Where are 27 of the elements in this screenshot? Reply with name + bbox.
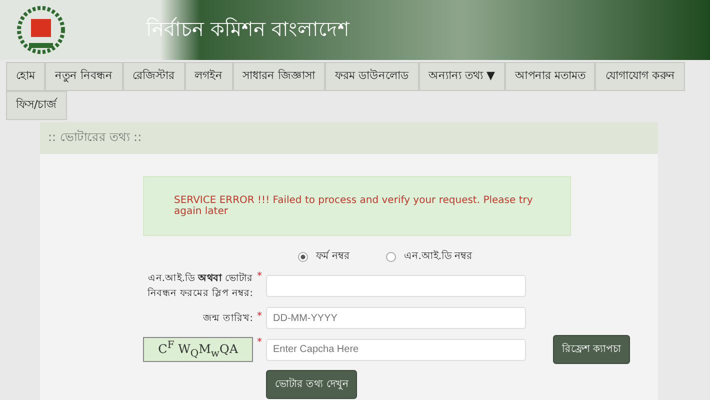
nav-link[interactable]: হোম <box>6 62 45 91</box>
emblem-logo-icon <box>16 5 66 55</box>
panel-header: :: ভোটারের তথ্য :: <box>40 122 658 154</box>
nav-link[interactable]: সাধারন জিজ্ঞাসা <box>232 62 325 91</box>
required-mark: * <box>257 310 262 322</box>
nav-link[interactable]: লগইন <box>184 62 232 91</box>
nav-link[interactable]: ফিস/চার্জ <box>6 91 67 120</box>
nav-link[interactable]: নতুন নিবন্ধন <box>45 62 122 91</box>
field-label: জন্ম তারিখ: <box>202 312 253 326</box>
nav-link[interactable]: অন্যান্য তথ্য ▼ <box>418 62 505 91</box>
input-field[interactable] <box>266 275 526 297</box>
nav-link[interactable]: রেজিস্টার <box>122 62 184 91</box>
nav-link[interactable]: আপনার মতামত <box>504 62 596 91</box>
radio-option[interactable]: এন.আই.ডি নম্বর <box>386 248 473 265</box>
captcha-image: C$^{F}$ W$_{Q}$M$_{w}$QA <box>143 336 253 362</box>
nav-link[interactable]: ফরম ডাউনলোড <box>325 62 418 91</box>
input-field[interactable]: Enter Capcha Here <box>266 338 526 360</box>
required-mark: * <box>257 336 262 348</box>
input-field[interactable]: DD-MM-YYYY <box>266 307 526 329</box>
required-mark: * <box>257 271 262 282</box>
field-label: এন.আই.ডি অথবা ভোটার নিবন্ধন ফরমের স্লিপ নম্বর: <box>146 271 253 301</box>
error-message: SERVICE ERROR !!! Failed to process and verify your request. Please try again later <box>143 176 571 236</box>
refresh-captcha-button[interactable]: রিফ্রেশ ক্যাপচা <box>553 335 630 364</box>
radio-option[interactable]: ফর্ম নম্বর <box>298 248 350 265</box>
site-title: নির্বাচন কমিশন বাংলাদেশ <box>146 16 350 42</box>
nav-link[interactable]: যোগাযোগ করুন <box>595 62 685 91</box>
submit-button[interactable]: ভোটার তথ্য দেখুন <box>266 370 358 399</box>
